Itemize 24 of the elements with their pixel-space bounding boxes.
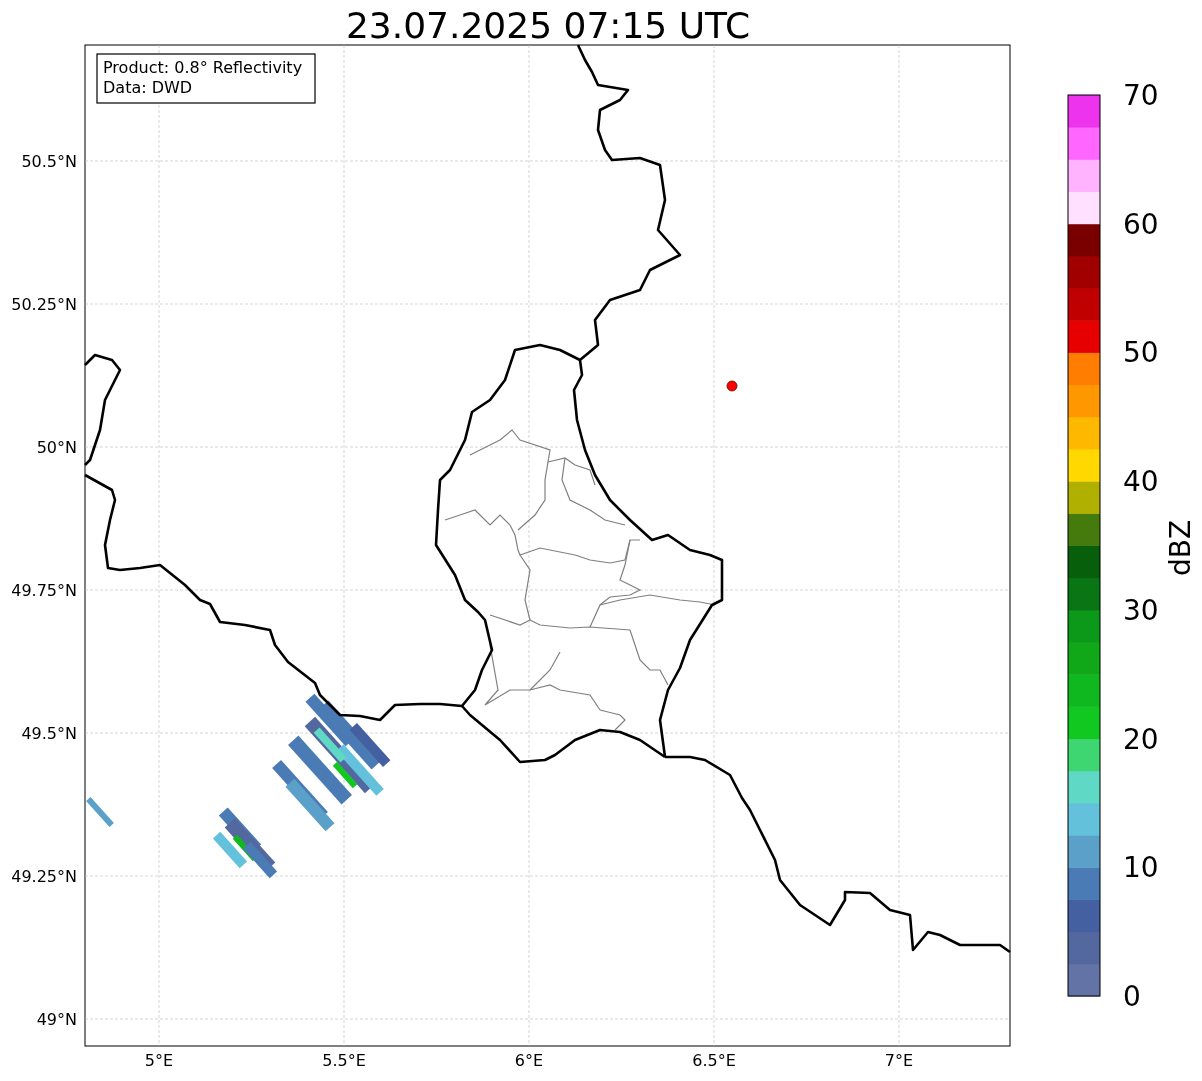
- axis-tick-label: 50°N: [36, 438, 77, 457]
- axis-tick-label: 7°E: [884, 1051, 914, 1070]
- axis-tick-label: 50.5°N: [21, 152, 77, 171]
- axis-tick-label: 50.25°N: [11, 295, 77, 314]
- colorbar-tick-label: 20: [1123, 722, 1159, 756]
- axis-tick-label: 6.5°E: [692, 1051, 736, 1070]
- info-text: Data: DWD: [103, 78, 193, 97]
- colorbar-tick-label: 0: [1123, 980, 1141, 1013]
- info-text: Product: 0.8° Reflectivity: [103, 58, 303, 77]
- axis-tick-label: 6°E: [514, 1051, 544, 1070]
- colorbar-tick-label: 60: [1123, 207, 1159, 241]
- colorbar-tick-label: 30: [1123, 593, 1159, 627]
- colorbar-tick-label: 10: [1123, 851, 1159, 885]
- colorbar-tick-label: 50: [1123, 336, 1159, 370]
- colorbar-tick-label: 70: [1123, 79, 1159, 112]
- colorbar-label: dBZ: [1164, 519, 1197, 577]
- axis-tick-label: 49.75°N: [11, 581, 77, 600]
- colorbar-tick-label: 40: [1123, 465, 1159, 499]
- axis-tick-label: 49.25°N: [11, 867, 77, 886]
- chart-title: 23.07.2025 07:15 UTC: [345, 5, 751, 46]
- axis-tick-label: 5.5°E: [322, 1051, 366, 1070]
- axis-tick-label: 49°N: [36, 1010, 77, 1029]
- axis-tick-label: 5°E: [144, 1051, 174, 1070]
- axis-tick-label: 49.5°N: [21, 724, 77, 743]
